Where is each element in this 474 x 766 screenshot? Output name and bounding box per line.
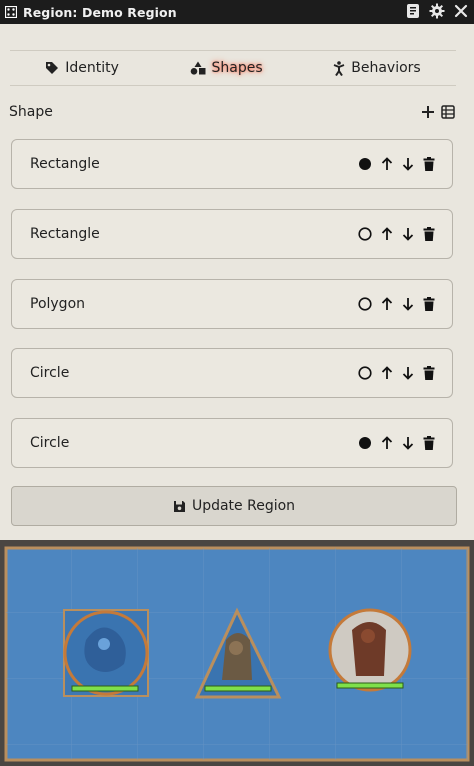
shape-controls bbox=[358, 366, 435, 380]
tag-icon bbox=[46, 62, 59, 74]
update-region-button[interactable]: Update Region bbox=[11, 486, 457, 526]
shape-controls bbox=[358, 436, 435, 450]
close-icon[interactable] bbox=[454, 4, 468, 18]
save-icon bbox=[173, 500, 185, 512]
shape-controls bbox=[358, 227, 435, 241]
hole-toggle-empty-icon[interactable] bbox=[358, 366, 372, 380]
trash-icon[interactable] bbox=[423, 436, 435, 450]
figure-icon bbox=[333, 60, 345, 76]
shape-row[interactable]: Polygon bbox=[11, 279, 453, 329]
shape-row[interactable]: Circle bbox=[11, 348, 453, 398]
move-up-icon[interactable] bbox=[381, 227, 393, 241]
shape-type-label: Rectangle bbox=[30, 156, 100, 172]
update-region-label: Update Region bbox=[191, 498, 296, 514]
move-down-icon[interactable] bbox=[402, 157, 414, 171]
shapes-icon bbox=[190, 61, 206, 75]
move-up-icon[interactable] bbox=[381, 157, 393, 171]
move-down-icon[interactable] bbox=[402, 366, 414, 380]
shape-type-label: Rectangle bbox=[30, 226, 100, 242]
tab-identity[interactable]: Identity bbox=[45, 60, 119, 76]
add-icon[interactable] bbox=[421, 105, 435, 119]
grid-icon bbox=[5, 6, 17, 18]
hole-toggle-filled-icon[interactable] bbox=[358, 436, 372, 450]
shape-controls bbox=[358, 297, 435, 311]
health-bar bbox=[71, 685, 139, 692]
tab-identity-label: Identity bbox=[65, 60, 119, 76]
scene-canvas[interactable] bbox=[0, 540, 474, 766]
shape-row[interactable]: Rectangle bbox=[11, 209, 453, 259]
shapes-header-label: Shape bbox=[9, 104, 53, 120]
shapes-header: Shape bbox=[9, 104, 455, 120]
shape-type-label: Circle bbox=[30, 365, 70, 381]
journal-icon[interactable] bbox=[406, 3, 420, 19]
gear-icon[interactable] bbox=[429, 3, 445, 19]
shape-controls bbox=[358, 157, 435, 171]
move-down-icon[interactable] bbox=[402, 297, 414, 311]
hole-toggle-empty-icon[interactable] bbox=[358, 227, 372, 241]
health-bar bbox=[336, 682, 404, 689]
shape-type-label: Polygon bbox=[30, 296, 86, 312]
tab-shapes[interactable]: Shapes bbox=[190, 60, 263, 76]
token-square[interactable] bbox=[63, 609, 149, 697]
tab-behaviors[interactable]: Behaviors bbox=[333, 60, 421, 76]
region-config-window: Region: Demo Region Identity Shapes Beha… bbox=[0, 0, 474, 540]
tab-bar: Identity Shapes Behaviors bbox=[10, 50, 456, 86]
hole-toggle-empty-icon[interactable] bbox=[358, 297, 372, 311]
list-icon[interactable] bbox=[441, 105, 455, 119]
tab-shapes-label: Shapes bbox=[211, 60, 263, 76]
move-up-icon[interactable] bbox=[381, 297, 393, 311]
health-bar bbox=[204, 685, 272, 692]
scene-svg[interactable] bbox=[0, 540, 474, 766]
trash-icon[interactable] bbox=[423, 227, 435, 241]
trash-icon[interactable] bbox=[423, 366, 435, 380]
window-titlebar[interactable]: Region: Demo Region bbox=[0, 0, 474, 24]
tab-behaviors-label: Behaviors bbox=[351, 60, 421, 76]
token-circle[interactable] bbox=[328, 608, 412, 692]
shape-type-label: Circle bbox=[30, 435, 70, 451]
window-title: Region: Demo Region bbox=[23, 4, 177, 20]
move-up-icon[interactable] bbox=[381, 436, 393, 450]
move-up-icon[interactable] bbox=[381, 366, 393, 380]
move-down-icon[interactable] bbox=[402, 227, 414, 241]
trash-icon[interactable] bbox=[423, 157, 435, 171]
shape-row[interactable]: Circle bbox=[11, 418, 453, 468]
trash-icon[interactable] bbox=[423, 297, 435, 311]
hole-toggle-filled-icon[interactable] bbox=[358, 157, 372, 171]
shape-row[interactable]: Rectangle bbox=[11, 139, 453, 189]
move-down-icon[interactable] bbox=[402, 436, 414, 450]
